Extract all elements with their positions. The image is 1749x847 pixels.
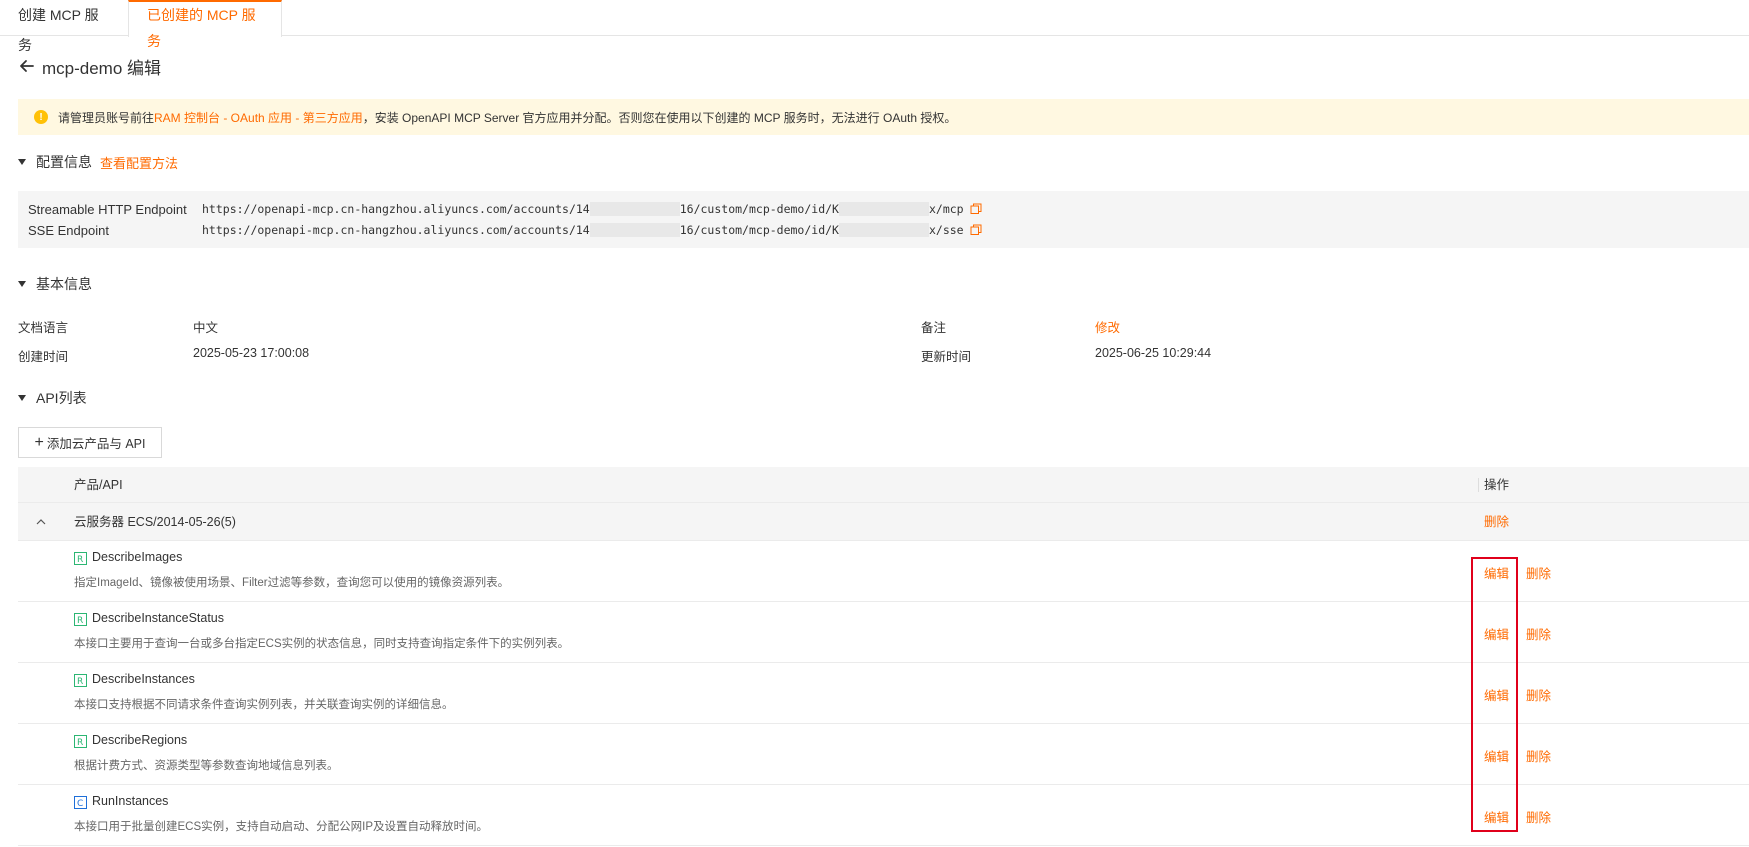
remark-label: 备注 bbox=[921, 321, 947, 335]
updated-time-label: 更新时间 bbox=[921, 350, 972, 364]
table-row: R DescribeImages 指定ImageId、镜像被使用场景、Filte… bbox=[18, 541, 1749, 602]
tab-bar: 创建 MCP 服务 已创建的 MCP 服务 bbox=[0, 0, 1749, 53]
read-api-icon: R bbox=[74, 735, 87, 748]
api-name: DescribeImages bbox=[92, 550, 183, 564]
api-description: 本接口主要用于查询一台或多台指定ECS实例的状态信息，同时支持查询指定条件下的实… bbox=[74, 638, 570, 650]
column-product-api: 产品/API bbox=[74, 478, 123, 492]
delete-api-button[interactable]: 删除 bbox=[1526, 563, 1551, 582]
caret-down-icon bbox=[18, 159, 26, 165]
api-name: DescribeRegions bbox=[92, 733, 188, 747]
tab-create-mcp[interactable]: 创建 MCP 服务 bbox=[0, 0, 128, 53]
table-row: R DescribeInstanceStatus 本接口主要用于查询一台或多台指… bbox=[18, 602, 1749, 663]
delete-api-button[interactable]: 删除 bbox=[1526, 685, 1551, 704]
api-name: DescribeInstanceStatus bbox=[92, 611, 225, 625]
view-config-method-link[interactable]: 查看配置方法 bbox=[100, 153, 178, 172]
api-section-title: API列表 bbox=[36, 390, 87, 406]
masked-id bbox=[838, 223, 929, 238]
tab-created-mcp[interactable]: 已创建的 MCP 服务 bbox=[128, 0, 282, 49]
api-name: DescribeInstances bbox=[92, 672, 195, 686]
created-time-label: 创建时间 bbox=[18, 350, 69, 364]
product-group-name: 云服务器 ECS/2014-05-26(5) bbox=[74, 515, 236, 529]
api-description: 指定ImageId、镜像被使用场景、Filter过滤等参数，查询您可以使用的镜像… bbox=[74, 577, 510, 589]
api-name: RunInstances bbox=[92, 794, 169, 808]
basic-section-header[interactable]: 基本信息 bbox=[18, 274, 92, 294]
endpoint-row-http: Streamable HTTP Endpoint https://openapi… bbox=[28, 199, 982, 219]
masked-account-id bbox=[589, 202, 680, 217]
endpoint-label: SSE Endpoint bbox=[28, 222, 109, 238]
masked-id bbox=[838, 202, 929, 217]
endpoint-url: https://openapi-mcp.cn-hangzhou.aliyuncs… bbox=[202, 201, 964, 217]
chevron-up-icon[interactable] bbox=[36, 517, 46, 527]
delete-api-button[interactable]: 删除 bbox=[1526, 807, 1551, 826]
svg-text:C: C bbox=[77, 799, 83, 809]
table-row: R DescribeInstances 本接口支持根据不同请求条件查询实例列表，… bbox=[18, 663, 1749, 724]
copy-icon[interactable] bbox=[970, 203, 982, 215]
svg-text:R: R bbox=[77, 677, 83, 687]
ram-console-link[interactable]: RAM 控制台 - OAuth 应用 - 第三方应用 bbox=[154, 109, 363, 126]
notice-prefix: 请管理员账号前往 bbox=[58, 110, 155, 125]
column-action: 操作 bbox=[1484, 478, 1510, 492]
api-description: 根据计费方式、资源类型等参数查询地域信息列表。 bbox=[74, 760, 339, 772]
caret-down-icon bbox=[18, 395, 26, 401]
created-time-value: 2025-05-23 17:00:08 bbox=[193, 346, 310, 360]
oauth-notice: ! 请管理员账号前往 RAM 控制台 - OAuth 应用 - 第三方应用 ，安… bbox=[18, 99, 1749, 135]
delete-api-button[interactable]: 删除 bbox=[1526, 746, 1551, 765]
column-divider bbox=[1478, 478, 1479, 492]
endpoint-url: https://openapi-mcp.cn-hangzhou.aliyuncs… bbox=[202, 222, 964, 238]
arrow-left-icon[interactable] bbox=[18, 57, 36, 75]
edit-api-button[interactable]: 编辑 bbox=[1484, 746, 1509, 765]
delete-product-button[interactable]: 删除 bbox=[1484, 503, 1509, 541]
api-description: 本接口用于批量创建ECS实例，支持自动启动、分配公网IP及设置自动释放时间。 bbox=[74, 821, 489, 833]
doc-lang-label: 文档语言 bbox=[18, 321, 69, 335]
endpoint-label: Streamable HTTP Endpoint bbox=[28, 201, 187, 217]
notice-suffix: ，安装 OpenAPI MCP Server 官方应用并分配。否则您在使用以下创… bbox=[362, 110, 957, 125]
svg-text:R: R bbox=[77, 555, 83, 565]
api-table: 产品/API 操作 云服务器 ECS/2014-05-26(5) 删除 R De… bbox=[18, 467, 1749, 846]
read-api-icon: R bbox=[74, 674, 87, 687]
product-group-row: 云服务器 ECS/2014-05-26(5) 删除 bbox=[18, 503, 1749, 541]
warning-icon: ! bbox=[34, 110, 48, 124]
edit-api-button[interactable]: 编辑 bbox=[1484, 807, 1509, 826]
svg-text:R: R bbox=[77, 738, 83, 748]
page-header: mcp-demo 编辑 bbox=[18, 54, 161, 78]
edit-api-button[interactable]: 编辑 bbox=[1484, 685, 1509, 704]
table-row: C RunInstances 本接口用于批量创建ECS实例，支持自动启动、分配公… bbox=[18, 785, 1749, 846]
api-section-header[interactable]: API列表 bbox=[18, 388, 87, 408]
masked-account-id bbox=[589, 223, 680, 238]
copy-icon[interactable] bbox=[970, 224, 982, 236]
edit-remark-link[interactable]: 修改 bbox=[1095, 317, 1120, 336]
doc-lang-value: 中文 bbox=[193, 321, 219, 335]
table-header: 产品/API 操作 bbox=[18, 467, 1749, 503]
create-api-icon: C bbox=[74, 796, 87, 809]
config-section-title: 配置信息 bbox=[36, 154, 92, 170]
plus-icon: + bbox=[34, 433, 44, 451]
caret-down-icon bbox=[18, 281, 26, 287]
config-section-header[interactable]: 配置信息 查看配置方法 bbox=[18, 152, 178, 172]
endpoint-panel: Streamable HTTP Endpoint https://openapi… bbox=[18, 191, 1749, 248]
delete-api-button[interactable]: 删除 bbox=[1526, 624, 1551, 643]
basic-section-title: 基本信息 bbox=[36, 276, 92, 292]
read-api-icon: R bbox=[74, 613, 87, 626]
add-product-api-button[interactable]: + 添加云产品与 API bbox=[18, 427, 162, 458]
edit-api-button[interactable]: 编辑 bbox=[1484, 624, 1509, 643]
page-title: mcp-demo 编辑 bbox=[42, 58, 162, 78]
svg-text:R: R bbox=[77, 616, 83, 626]
add-button-label: 添加云产品与 API bbox=[46, 437, 146, 451]
read-api-icon: R bbox=[74, 552, 87, 565]
endpoint-row-sse: SSE Endpoint https://openapi-mcp.cn-hang… bbox=[28, 220, 982, 240]
api-description: 本接口支持根据不同请求条件查询实例列表，并关联查询实例的详细信息。 bbox=[74, 699, 454, 711]
updated-time-value: 2025-06-25 10:29:44 bbox=[1095, 346, 1212, 360]
edit-api-button[interactable]: 编辑 bbox=[1484, 563, 1509, 582]
table-row: R DescribeRegions 根据计费方式、资源类型等参数查询地域信息列表… bbox=[18, 724, 1749, 785]
